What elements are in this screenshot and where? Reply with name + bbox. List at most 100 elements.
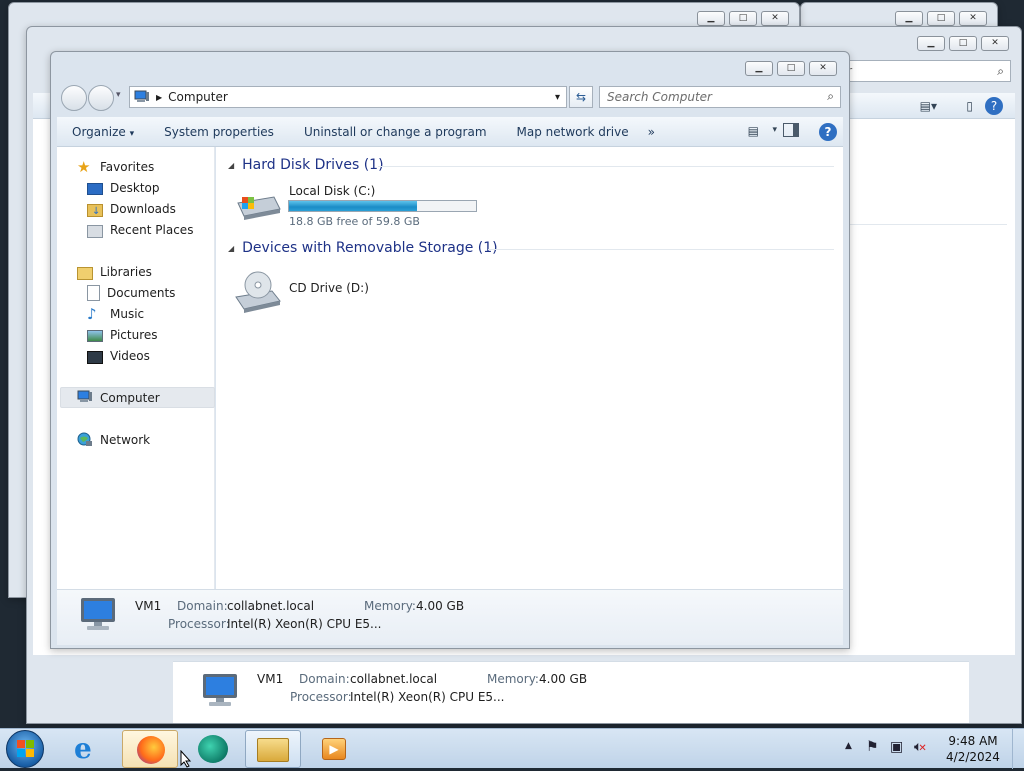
- computer-name: VM1: [135, 599, 162, 613]
- map-network-drive-button[interactable]: Map network drive: [502, 125, 644, 139]
- system-properties-button[interactable]: System properties: [149, 125, 289, 139]
- recent-places-icon: [87, 224, 103, 238]
- processor-label: Processor:: [168, 617, 230, 631]
- address-dropdown-icon[interactable]: ▾: [555, 92, 560, 103]
- preview-pane-icon[interactable]: [783, 123, 799, 137]
- disk-usage-bar: [288, 200, 477, 212]
- search-input[interactable]: Search Computer ⌕: [599, 86, 841, 108]
- start-button[interactable]: [6, 730, 44, 768]
- media-player-icon: ▶: [322, 738, 346, 760]
- cd-drive-d[interactable]: CD Drive (D:): [234, 267, 434, 315]
- help-icon[interactable]: ?: [985, 96, 1003, 115]
- memory-label: Memory:: [364, 599, 416, 613]
- breadcrumb-separator-icon[interactable]: ▶: [156, 93, 162, 102]
- maximize-button[interactable]: □: [729, 11, 757, 26]
- close-button[interactable]: ✕: [959, 11, 987, 26]
- more-commands-button[interactable]: »: [644, 125, 670, 139]
- disk-usage-fill: [289, 201, 418, 211]
- domain-value: collabnet.local: [227, 599, 315, 613]
- processor-label: Processor:: [290, 690, 352, 704]
- file-explorer-icon: [257, 738, 289, 762]
- forward-button[interactable]: [88, 85, 114, 111]
- computer-icon: [77, 596, 119, 637]
- content-pane: ◢ Hard Disk Drives (1) Local Disk (C:) 1…: [216, 147, 843, 589]
- taskbar-internet-explorer[interactable]: e: [62, 730, 118, 768]
- local-disk-name: Local Disk (C:): [289, 184, 376, 198]
- minimize-button[interactable]: ▁: [745, 61, 773, 76]
- taskbar-file-explorer[interactable]: [245, 730, 301, 768]
- music-icon: ♪: [87, 305, 97, 323]
- volume-muted-icon[interactable]: 🔈︎✕: [914, 739, 927, 755]
- nav-music[interactable]: ♪ Music: [87, 304, 144, 324]
- star-icon: ★: [77, 158, 91, 176]
- computer-name: VM1: [257, 672, 284, 686]
- maximize-button[interactable]: □: [777, 61, 805, 76]
- app-icon: [198, 735, 228, 763]
- address-bar[interactable]: ▶ Computer ▾: [129, 86, 567, 108]
- refresh-button[interactable]: ⇆: [569, 86, 593, 108]
- help-icon[interactable]: ?: [819, 123, 837, 141]
- domain-value: collabnet.local: [350, 672, 438, 686]
- nav-downloads[interactable]: ↓ Downloads: [87, 199, 176, 219]
- videos-icon: [87, 350, 103, 364]
- processor-value: Intel(R) Xeon(R) CPU E5...: [227, 617, 382, 631]
- computer-icon: [199, 672, 241, 706]
- taskbar-firefox[interactable]: [122, 730, 178, 768]
- close-button[interactable]: ✕: [809, 61, 837, 76]
- documents-icon: [87, 285, 100, 301]
- close-button[interactable]: ✕: [761, 11, 789, 26]
- minimize-button[interactable]: ▁: [895, 11, 923, 26]
- nav-recent-places[interactable]: Recent Places: [87, 220, 193, 240]
- cd-drive-name: CD Drive (D:): [289, 281, 369, 295]
- show-desktop-button[interactable]: [1012, 729, 1024, 769]
- taskbar-media-player[interactable]: ▶: [306, 730, 362, 768]
- computer-icon: [134, 90, 150, 104]
- search-icon: ⌕: [997, 64, 1004, 78]
- desktop-icon: [87, 183, 103, 195]
- network-tray-icon[interactable]: ▣: [890, 739, 903, 755]
- organize-menu[interactable]: Organize ▾: [57, 125, 149, 139]
- uninstall-program-button[interactable]: Uninstall or change a program: [289, 125, 502, 139]
- group-removable-storage[interactable]: ◢ Devices with Removable Storage (1): [228, 240, 498, 256]
- processor-value: Intel(R) Xeon(R) CPU E5...: [350, 690, 505, 704]
- local-disk-free: 18.8 GB free of 59.8 GB: [289, 215, 420, 228]
- internet-explorer-icon: e: [74, 732, 92, 765]
- recent-pages-chevron-icon[interactable]: ▾: [116, 90, 121, 100]
- pictures-icon: [87, 330, 103, 342]
- nav-videos[interactable]: Videos: [87, 346, 150, 366]
- view-options-chevron-icon[interactable]: ▾: [772, 125, 777, 135]
- libraries-icon: [77, 266, 93, 280]
- nav-computer[interactable]: Computer: [77, 388, 160, 408]
- local-disk-c[interactable]: Local Disk (C:) 18.8 GB free of 59.8 GB: [234, 181, 484, 229]
- breadcrumb-computer[interactable]: Computer: [168, 90, 228, 104]
- change-view-icon[interactable]: ▤: [748, 124, 759, 138]
- firefox-icon: [137, 736, 165, 764]
- nav-pictures[interactable]: Pictures: [87, 325, 158, 345]
- taskbar-app[interactable]: [184, 730, 240, 768]
- close-button[interactable]: ✕: [981, 36, 1009, 51]
- group-hard-disk-drives[interactable]: ◢ Hard Disk Drives (1): [228, 157, 384, 173]
- maximize-button[interactable]: □: [949, 36, 977, 51]
- minimize-button[interactable]: ▁: [697, 11, 725, 26]
- show-hidden-icons-icon[interactable]: ▲: [845, 741, 852, 751]
- computer-window: ▁ □ ✕ ▾ ▶ Computer ▾ ⇆ Search Computer ⌕…: [50, 51, 850, 649]
- nav-favorites[interactable]: ★ Favorites: [77, 157, 154, 177]
- details-pane: VM1 Domain: collabnet.local Memory: 4.00…: [57, 589, 843, 645]
- clock[interactable]: 9:48 AM 4/2/2024: [946, 733, 1000, 765]
- maximize-button[interactable]: □: [927, 11, 955, 26]
- action-center-flag-icon[interactable]: ⚑: [866, 739, 879, 755]
- nav-network[interactable]: Network: [77, 430, 150, 450]
- nav-documents[interactable]: Documents: [87, 283, 175, 303]
- navigation-pane: ★ Favorites Desktop ↓ Downloads Recent P…: [57, 147, 215, 589]
- network-icon: [77, 432, 93, 448]
- preview-pane-icon[interactable]: ▯: [966, 99, 973, 113]
- collapse-triangle-icon[interactable]: ◢: [228, 244, 234, 253]
- nav-libraries[interactable]: Libraries: [77, 262, 152, 282]
- view-options-icon[interactable]: ▤▾: [920, 99, 937, 113]
- collapse-triangle-icon[interactable]: ◢: [228, 161, 234, 170]
- nav-desktop[interactable]: Desktop: [87, 178, 160, 198]
- clock-time: 9:48 AM: [948, 734, 998, 748]
- minimize-button[interactable]: ▁: [917, 36, 945, 51]
- domain-label: Domain:: [299, 672, 350, 686]
- back-button[interactable]: [61, 85, 87, 111]
